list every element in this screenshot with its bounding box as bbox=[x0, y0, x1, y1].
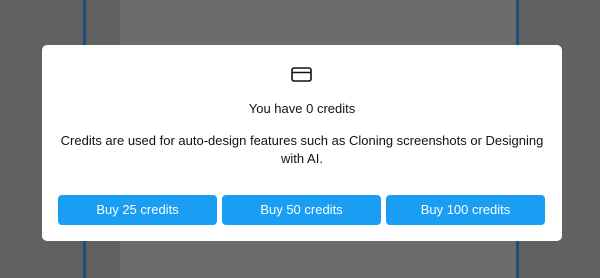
buy-25-credits-button[interactable]: Buy 25 credits bbox=[58, 195, 217, 225]
credits-title: You have 0 credits bbox=[248, 101, 356, 116]
credit-card-icon bbox=[291, 67, 312, 82]
buy-100-credits-button[interactable]: Buy 100 credits bbox=[386, 195, 545, 225]
credits-description: Credits are used for auto-design feature… bbox=[60, 133, 544, 166]
buy-50-credits-button[interactable]: Buy 50 credits bbox=[222, 195, 381, 225]
